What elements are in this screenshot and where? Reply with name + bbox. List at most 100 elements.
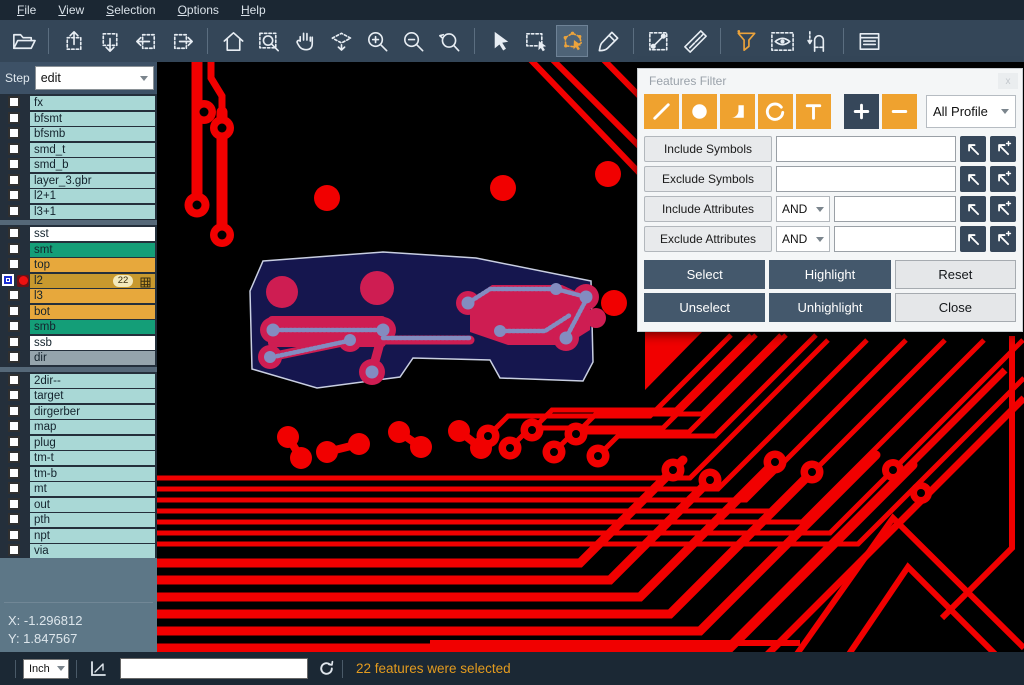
filter-add-button[interactable] [844,94,879,129]
include-symbols-button[interactable]: Include Symbols [644,136,772,162]
layer-row-tm-b[interactable]: tm-b [0,467,157,481]
snap-angle-icon[interactable] [88,659,108,679]
reset-button[interactable]: Reset [895,260,1016,289]
transform-button[interactable] [325,25,357,57]
command-input[interactable] [120,658,308,679]
select-cursor-button[interactable] [484,25,516,57]
layer-row-bfsmb[interactable]: bfsmb [0,127,157,141]
layer-checkbox[interactable] [8,320,20,332]
select-rect-button[interactable] [520,25,552,57]
layer-checkbox[interactable] [8,336,20,348]
profile-select[interactable]: All Profile [926,95,1016,128]
layer-row-2dir-[interactable]: 2dir-- [0,374,157,388]
unselect-button[interactable]: Unselect [644,293,765,322]
layer-checkbox[interactable] [8,143,20,155]
include-attributes-input[interactable] [834,196,956,222]
menu-file[interactable]: File [6,0,47,20]
layer-checkbox[interactable] [8,205,20,217]
menu-view[interactable]: View [47,0,95,20]
layer-row-smd-b[interactable]: smd_b [0,158,157,172]
select-button[interactable]: Select [644,260,765,289]
layer-checkbox[interactable] [8,174,20,186]
layer-row-l2[interactable]: l222 [0,274,157,288]
select-polygon-button[interactable] [556,25,588,57]
layer-checkbox[interactable] [8,351,20,363]
pick-add-arrow-button[interactable] [990,166,1016,192]
layer-row-plug[interactable]: plug [0,436,157,450]
layer-row-target[interactable]: target [0,389,157,403]
highlight-button[interactable]: Highlight [769,260,890,289]
move-left-button[interactable] [130,25,162,57]
layer-checkbox[interactable] [8,436,20,448]
layer-row-out[interactable]: out [0,498,157,512]
layer-row-npt[interactable]: npt [0,529,157,543]
home-button[interactable] [217,25,249,57]
layer-row-ssb[interactable]: ssb [0,336,157,350]
layer-row-smd-t[interactable]: smd_t [0,143,157,157]
move-right-button[interactable] [166,25,198,57]
layer-checkbox[interactable] [8,544,20,556]
zoom-previous-button[interactable] [433,25,465,57]
and-or-select[interactable]: AND [776,226,830,252]
menu-options[interactable]: Options [167,0,230,20]
unit-select[interactable]: Inch [23,659,69,679]
pan-hand-button[interactable] [289,25,321,57]
pick-arrow-button[interactable] [960,226,986,252]
layer-row-l2-1[interactable]: l2+1 [0,189,157,203]
layer-checkbox[interactable] [8,482,20,494]
layer-checkbox[interactable] [8,374,20,386]
layer-row-layer-3-gbr[interactable]: layer_3.gbr [0,174,157,188]
exclude-attributes-input[interactable] [834,226,956,252]
dialog-close-button[interactable]: x [998,73,1018,89]
move-down-button[interactable] [94,25,126,57]
layer-checkbox[interactable] [8,258,20,270]
filter-remove-button[interactable] [882,94,917,129]
zoom-window-button[interactable] [253,25,285,57]
layer-row-dirgerber[interactable]: dirgerber [0,405,157,419]
clear-brush-button[interactable] [592,25,624,57]
exclude-attributes-button[interactable]: Exclude Attributes [644,226,772,252]
layer-checkbox[interactable] [2,274,14,286]
layer-checkbox[interactable] [8,243,20,255]
layer-checkbox[interactable] [8,127,20,139]
filter-text-button[interactable] [796,94,831,129]
layer-row-bot[interactable]: bot [0,305,157,319]
layer-row-pth[interactable]: pth [0,513,157,527]
layer-row-bfsmt[interactable]: bfsmt [0,112,157,126]
layer-checkbox[interactable] [8,513,20,525]
layer-checkbox[interactable] [8,420,20,432]
layer-checkbox[interactable] [8,498,20,510]
pick-arrow-button[interactable] [960,166,986,192]
layer-checkbox[interactable] [8,112,20,124]
layer-row-mt[interactable]: mt [0,482,157,496]
exclude-symbols-button[interactable]: Exclude Symbols [644,166,772,192]
layer-checkbox[interactable] [8,467,20,479]
layer-row-l3-1[interactable]: l3+1 [0,205,157,219]
folder-open-button[interactable] [7,25,39,57]
filter-circle-button[interactable] [682,94,717,129]
pick-arrow-button[interactable] [960,136,986,162]
filter-arc-button[interactable] [758,94,793,129]
layer-checkbox[interactable] [8,96,20,108]
snap-button[interactable] [802,25,834,57]
layer-checkbox[interactable] [8,227,20,239]
layer-row-map[interactable]: map [0,420,157,434]
layer-checkbox[interactable] [8,289,20,301]
unhighlight-button[interactable]: Unhighlight [769,293,890,322]
layer-checkbox[interactable] [8,158,20,170]
filter-surface-button[interactable] [720,94,755,129]
layer-row-tm-t[interactable]: tm-t [0,451,157,465]
layer-row-dir[interactable]: dir [0,351,157,365]
layer-row-smb[interactable]: smb [0,320,157,334]
include-symbols-input[interactable] [776,136,956,162]
step-select[interactable]: edit [35,66,154,90]
layer-checkbox[interactable] [8,405,20,417]
include-attributes-button[interactable]: Include Attributes [644,196,772,222]
layer-row-via[interactable]: via [0,544,157,558]
layer-row-top[interactable]: top [0,258,157,272]
refresh-icon[interactable] [318,660,335,677]
pick-add-arrow-button[interactable] [990,226,1016,252]
pick-add-arrow-button[interactable] [990,136,1016,162]
layer-checkbox[interactable] [8,189,20,201]
layer-checkbox[interactable] [8,389,20,401]
